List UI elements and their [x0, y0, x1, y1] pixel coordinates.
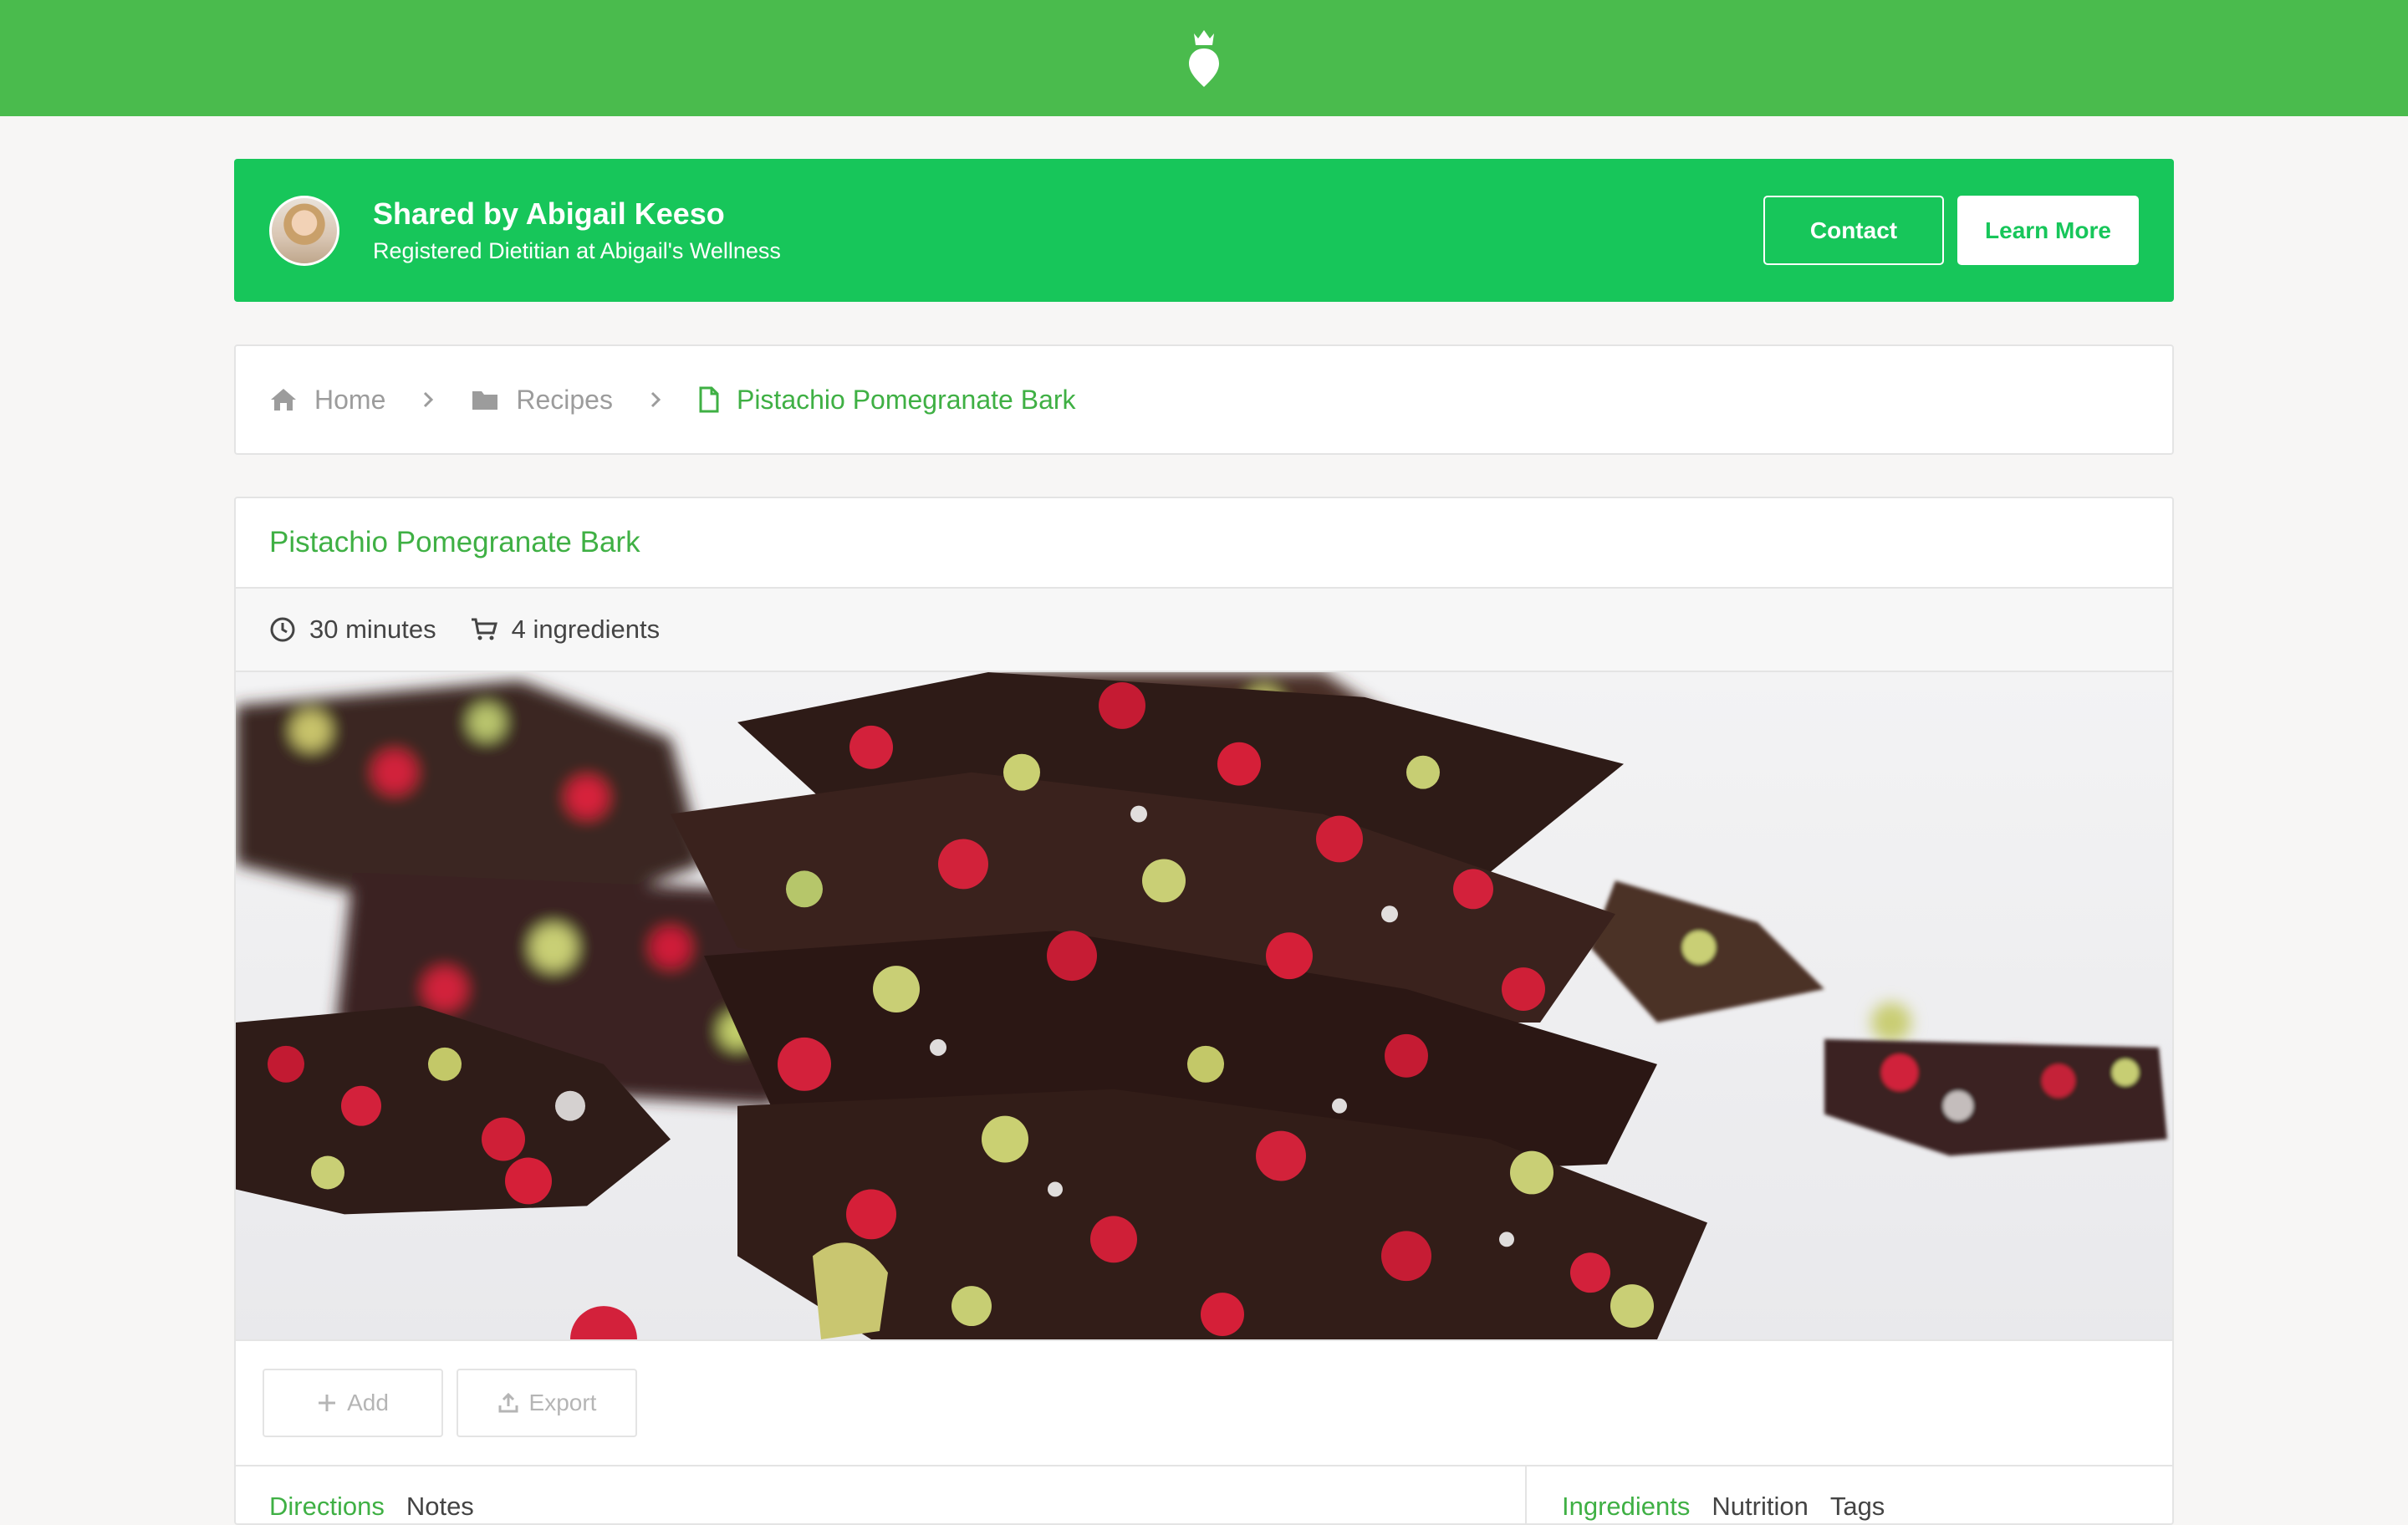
breadcrumb-current-label: Pistachio Pomegranate Bark: [736, 384, 1076, 415]
document-icon: [699, 386, 719, 413]
chevron-right-icon: [650, 390, 661, 409]
recipe-photo: [236, 672, 2172, 1341]
breadcrumb-current: Pistachio Pomegranate Bark: [698, 385, 1076, 416]
recipe-time-label: 30 minutes: [309, 615, 436, 644]
tabs-row: Directions Notes Ingredients Nutrition T…: [236, 1466, 2172, 1523]
add-label: Add: [347, 1390, 389, 1415]
recipe-meta: 30 minutes 4 ingredients: [236, 589, 2172, 672]
left-tab-group: Directions Notes: [269, 1492, 496, 1522]
right-tab-group: Ingredients Nutrition Tags: [1562, 1492, 1906, 1522]
shared-by-banner: Shared by Abigail Keeso Registered Dieti…: [234, 159, 2174, 302]
recipe-time: 30 minutes: [269, 615, 436, 645]
shared-by-title: Shared by Abigail Keeso: [373, 196, 725, 231]
tab-ingredients[interactable]: Ingredients: [1562, 1492, 1690, 1522]
tab-nutrition[interactable]: Nutrition: [1712, 1492, 1808, 1522]
tab-notes[interactable]: Notes: [406, 1492, 474, 1522]
export-label: Export: [528, 1390, 597, 1415]
avatar: [269, 195, 339, 266]
recipe-card: Pistachio Pomegranate Bark 30 minutes 4 …: [234, 497, 2174, 1525]
recipe-header: Pistachio Pomegranate Bark: [236, 498, 2172, 589]
breadcrumb: Home Recipes Pistachio Pomegranate Bark: [234, 344, 2174, 455]
breadcrumb-home-label: Home: [314, 384, 386, 415]
recipe-ingredients-count: 4 ingredients: [470, 615, 661, 645]
tab-tags[interactable]: Tags: [1830, 1492, 1885, 1522]
recipe-title: Pistachio Pomegranate Bark: [269, 526, 640, 558]
plus-icon: [319, 1395, 336, 1411]
breadcrumb-recipes-label: Recipes: [516, 384, 613, 415]
add-button[interactable]: Add: [263, 1369, 443, 1437]
divider: [1525, 1466, 1527, 1523]
shared-by-subtitle: Registered Dietitian at Abigail's Wellne…: [373, 237, 781, 263]
home-icon: [271, 389, 296, 411]
shared-by-info: Shared by Abigail Keeso Registered Dieti…: [373, 196, 1763, 266]
breadcrumb-home[interactable]: Home: [269, 385, 385, 416]
tab-directions[interactable]: Directions: [269, 1492, 385, 1522]
recipe-actions: Add Export: [236, 1341, 2172, 1466]
recipe-ingredients-label: 4 ingredients: [511, 615, 661, 644]
folder-icon: [472, 391, 498, 410]
cart-icon: [471, 618, 497, 640]
learn-more-button[interactable]: Learn More: [1957, 196, 2139, 265]
breadcrumb-recipes[interactable]: Recipes: [471, 385, 613, 416]
app-logo-icon[interactable]: [1187, 28, 1221, 89]
top-bar: [0, 0, 2408, 116]
export-button[interactable]: Export: [457, 1369, 637, 1437]
chevron-right-icon: [422, 390, 434, 409]
clock-icon: [270, 617, 295, 642]
contact-button[interactable]: Contact: [1763, 196, 1944, 265]
upload-icon: [498, 1392, 518, 1413]
